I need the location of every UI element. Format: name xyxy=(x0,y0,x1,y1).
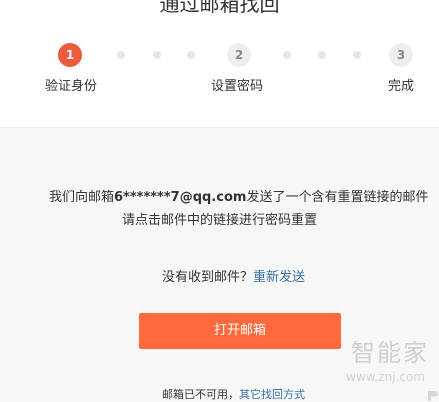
resend-question: 没有收到邮件？ xyxy=(162,270,254,285)
message-suffix: 发送了一个含有重置链接的邮件 xyxy=(246,190,429,205)
step-3-circle: 3 xyxy=(389,43,413,67)
email-sent-panel: 我们向邮箱6*******7@qq.com发送了一个含有重置链接的邮件 请点击邮… xyxy=(0,128,439,402)
email-sent-message: 我们向邮箱6*******7@qq.com发送了一个含有重置链接的邮件 xyxy=(49,189,428,207)
step-indicator: 1 2 3 验证身份 设置密码 完成 xyxy=(0,0,439,127)
mailbox-unavailable-text: 邮箱已不可用， xyxy=(162,388,239,401)
reset-instruction: 请点击邮件中的链接进行密码重置 xyxy=(121,213,317,228)
mailbox-unavailable-row: 邮箱已不可用，其它找回方式 xyxy=(162,388,305,402)
step-progress-dot xyxy=(283,51,291,59)
step-2-circle: 2 xyxy=(227,43,251,67)
message-prefix: 我们向邮箱 xyxy=(49,190,115,205)
step-progress-dot xyxy=(353,51,361,59)
header-area: 通过邮箱找回 1 2 3 验证身份 设置密码 完成 xyxy=(0,0,439,127)
step-progress-dot xyxy=(187,51,195,59)
step-progress-dot xyxy=(153,51,161,59)
step-3-label: 完成 xyxy=(388,79,415,94)
step-1-circle: 1 xyxy=(58,43,82,67)
masked-email: 6*******7@qq.com xyxy=(114,190,247,205)
step-1-label: 验证身份 xyxy=(45,79,98,94)
resend-link[interactable]: 重新发送 xyxy=(253,270,305,285)
step-2-label: 设置密码 xyxy=(211,79,264,94)
other-recovery-link[interactable]: 其它找回方式 xyxy=(239,388,305,401)
step-progress-dot xyxy=(318,51,326,59)
resend-row: 没有收到邮件？重新发送 xyxy=(162,269,305,287)
open-mailbox-button[interactable]: 打开邮箱 xyxy=(139,313,341,349)
step-progress-dot xyxy=(117,51,125,59)
